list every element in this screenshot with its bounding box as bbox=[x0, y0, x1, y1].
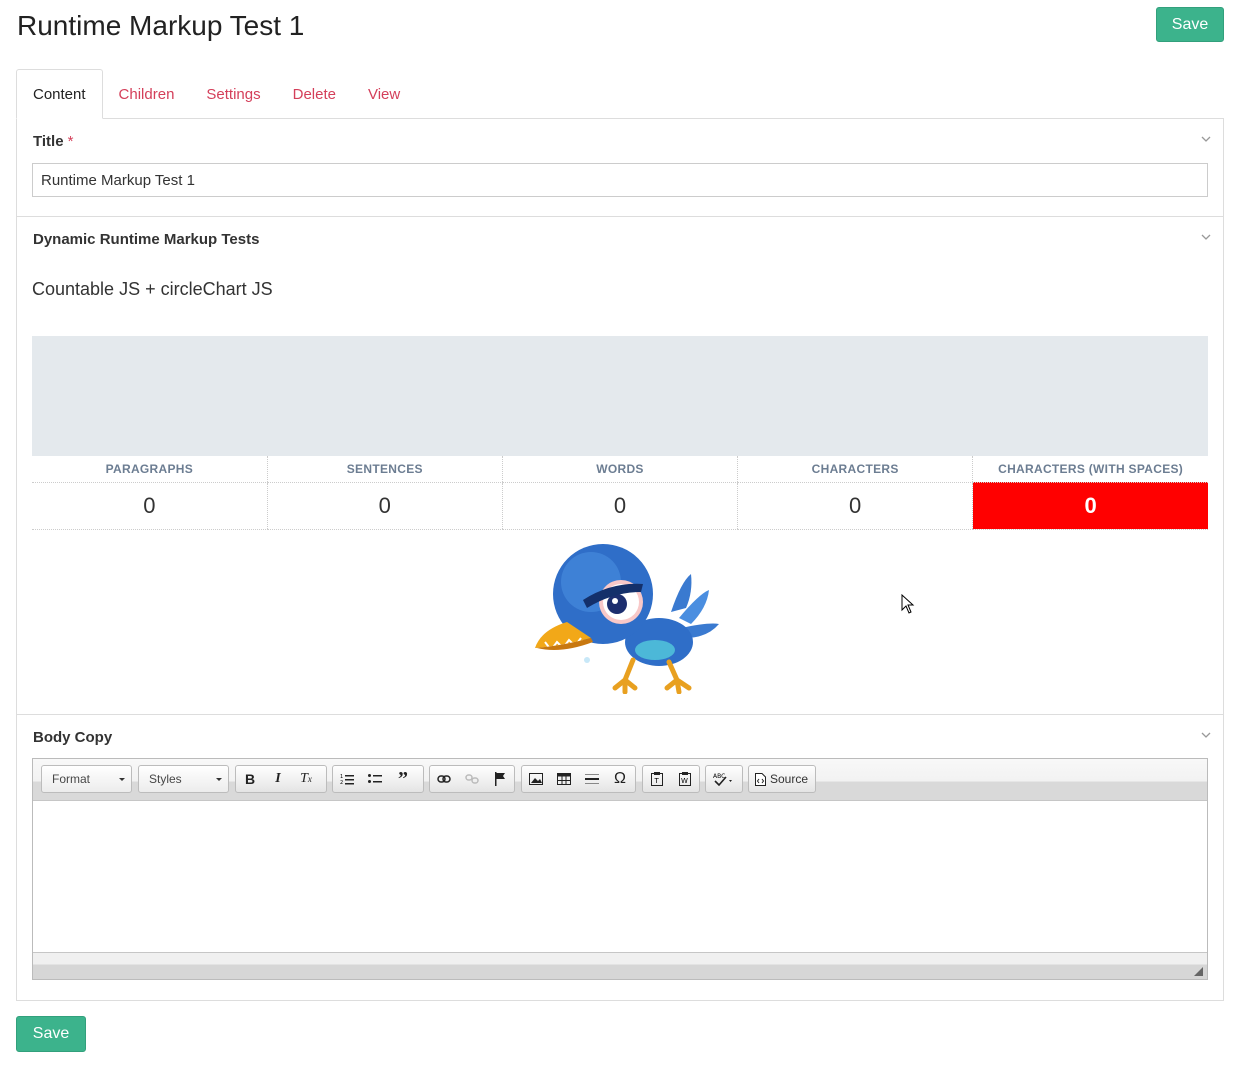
link-icon[interactable] bbox=[430, 766, 458, 792]
markup-panel-title: Dynamic Runtime Markup Tests bbox=[33, 231, 260, 248]
save-button-top[interactable]: Save bbox=[1156, 7, 1224, 42]
chevron-down-icon[interactable] bbox=[1201, 136, 1213, 148]
page-title: Runtime Markup Test 1 bbox=[17, 10, 305, 41]
svg-text:2: 2 bbox=[340, 780, 343, 785]
format-dropdown[interactable]: Format bbox=[41, 765, 132, 793]
editor-status-bar bbox=[33, 952, 1207, 979]
spellcheck-icon[interactable]: ABC bbox=[706, 766, 742, 792]
bold-icon[interactable]: B bbox=[236, 766, 264, 792]
numbered-list-icon[interactable]: 12 bbox=[333, 766, 361, 792]
stats-value-paragraphs: 0 bbox=[32, 482, 268, 530]
editor-toolbar: Format Styles B I Tx 12 ” Ω T W ABC Sour… bbox=[33, 759, 1207, 801]
markup-panel: Dynamic Runtime Markup Tests Countable J… bbox=[16, 217, 1224, 715]
title-label: Title * bbox=[33, 133, 74, 150]
table-icon[interactable] bbox=[550, 766, 578, 792]
stats-value-characters-with-spaces: 0 bbox=[972, 482, 1208, 530]
editor-content-area[interactable] bbox=[33, 801, 1207, 953]
rich-text-editor: Format Styles B I Tx 12 ” Ω T W ABC Sour… bbox=[32, 758, 1208, 980]
svg-text:W: W bbox=[681, 777, 688, 785]
format-dropdown-label: Format bbox=[52, 772, 91, 786]
styles-dropdown-label: Styles bbox=[149, 772, 182, 786]
dropdown-arrow-icon bbox=[216, 778, 222, 781]
stats-header-paragraphs: PARAGRAPHS bbox=[32, 456, 268, 483]
body-panel-title: Body Copy bbox=[33, 729, 113, 746]
italic-icon[interactable]: I bbox=[264, 766, 292, 792]
stats-table: PARAGRAPHS SENTENCES WORDS CHARACTERS CH… bbox=[32, 456, 1208, 530]
remove-format-icon[interactable]: Tx bbox=[292, 766, 320, 792]
stats-value-characters: 0 bbox=[737, 482, 973, 530]
lists-group: 12 ” bbox=[332, 765, 424, 793]
paste-word-icon[interactable]: W bbox=[671, 766, 699, 792]
clipboard-group: T W bbox=[642, 765, 700, 793]
stats-header-characters: CHARACTERS bbox=[737, 456, 973, 483]
stats-header-sentences: SENTENCES bbox=[266, 456, 503, 483]
source-button[interactable]: Source bbox=[749, 766, 814, 792]
stats-header-characters-with-spaces: CHARACTERS (WITH SPACES) bbox=[972, 456, 1208, 483]
required-mark: * bbox=[67, 133, 74, 150]
stats-header-words: WORDS bbox=[501, 456, 738, 483]
special-char-icon[interactable]: Ω bbox=[606, 766, 634, 792]
paste-text-icon[interactable]: T bbox=[643, 766, 671, 792]
markup-subtitle: Countable JS + circleChart JS bbox=[32, 279, 273, 299]
tab-view[interactable]: View bbox=[352, 69, 416, 119]
source-group: Source bbox=[748, 765, 816, 793]
save-button-bottom[interactable]: Save bbox=[16, 1016, 86, 1052]
tab-children[interactable]: Children bbox=[103, 69, 191, 119]
bulleted-list-icon[interactable] bbox=[361, 766, 389, 792]
mouse-cursor-icon bbox=[901, 594, 915, 614]
tab-content[interactable]: Content bbox=[16, 69, 103, 119]
chevron-down-icon[interactable] bbox=[1201, 732, 1213, 744]
stats-value-words: 0 bbox=[501, 482, 738, 530]
image-icon[interactable] bbox=[522, 766, 550, 792]
links-group bbox=[429, 765, 515, 793]
title-input[interactable] bbox=[32, 163, 1208, 197]
styles-dropdown[interactable]: Styles bbox=[138, 765, 229, 793]
angry-bird-image bbox=[535, 544, 719, 694]
spellcheck-group: ABC bbox=[705, 765, 743, 793]
unlink-icon[interactable] bbox=[458, 766, 486, 792]
basic-styles-group: B I Tx bbox=[235, 765, 327, 793]
insert-group: Ω bbox=[521, 765, 636, 793]
horizontal-line-icon[interactable] bbox=[578, 766, 606, 792]
source-button-label: Source bbox=[770, 772, 809, 786]
stats-value-sentences: 0 bbox=[266, 482, 503, 530]
body-panel: Body Copy Format Styles B I Tx 12 ” Ω T … bbox=[16, 715, 1224, 1001]
blockquote-icon[interactable]: ” bbox=[389, 766, 417, 792]
title-panel: Title * bbox=[16, 119, 1224, 217]
resize-handle-icon[interactable] bbox=[1194, 967, 1203, 976]
chevron-down-icon[interactable] bbox=[1201, 234, 1213, 246]
anchor-icon[interactable] bbox=[486, 766, 514, 792]
dropdown-arrow-icon bbox=[119, 778, 125, 781]
tab-delete[interactable]: Delete bbox=[277, 69, 352, 119]
tab-settings[interactable]: Settings bbox=[190, 69, 276, 119]
svg-text:T: T bbox=[654, 777, 660, 785]
tab-bar: Content Children Settings Delete View bbox=[16, 69, 416, 119]
circle-chart-area bbox=[32, 336, 1208, 456]
source-icon bbox=[755, 772, 766, 786]
